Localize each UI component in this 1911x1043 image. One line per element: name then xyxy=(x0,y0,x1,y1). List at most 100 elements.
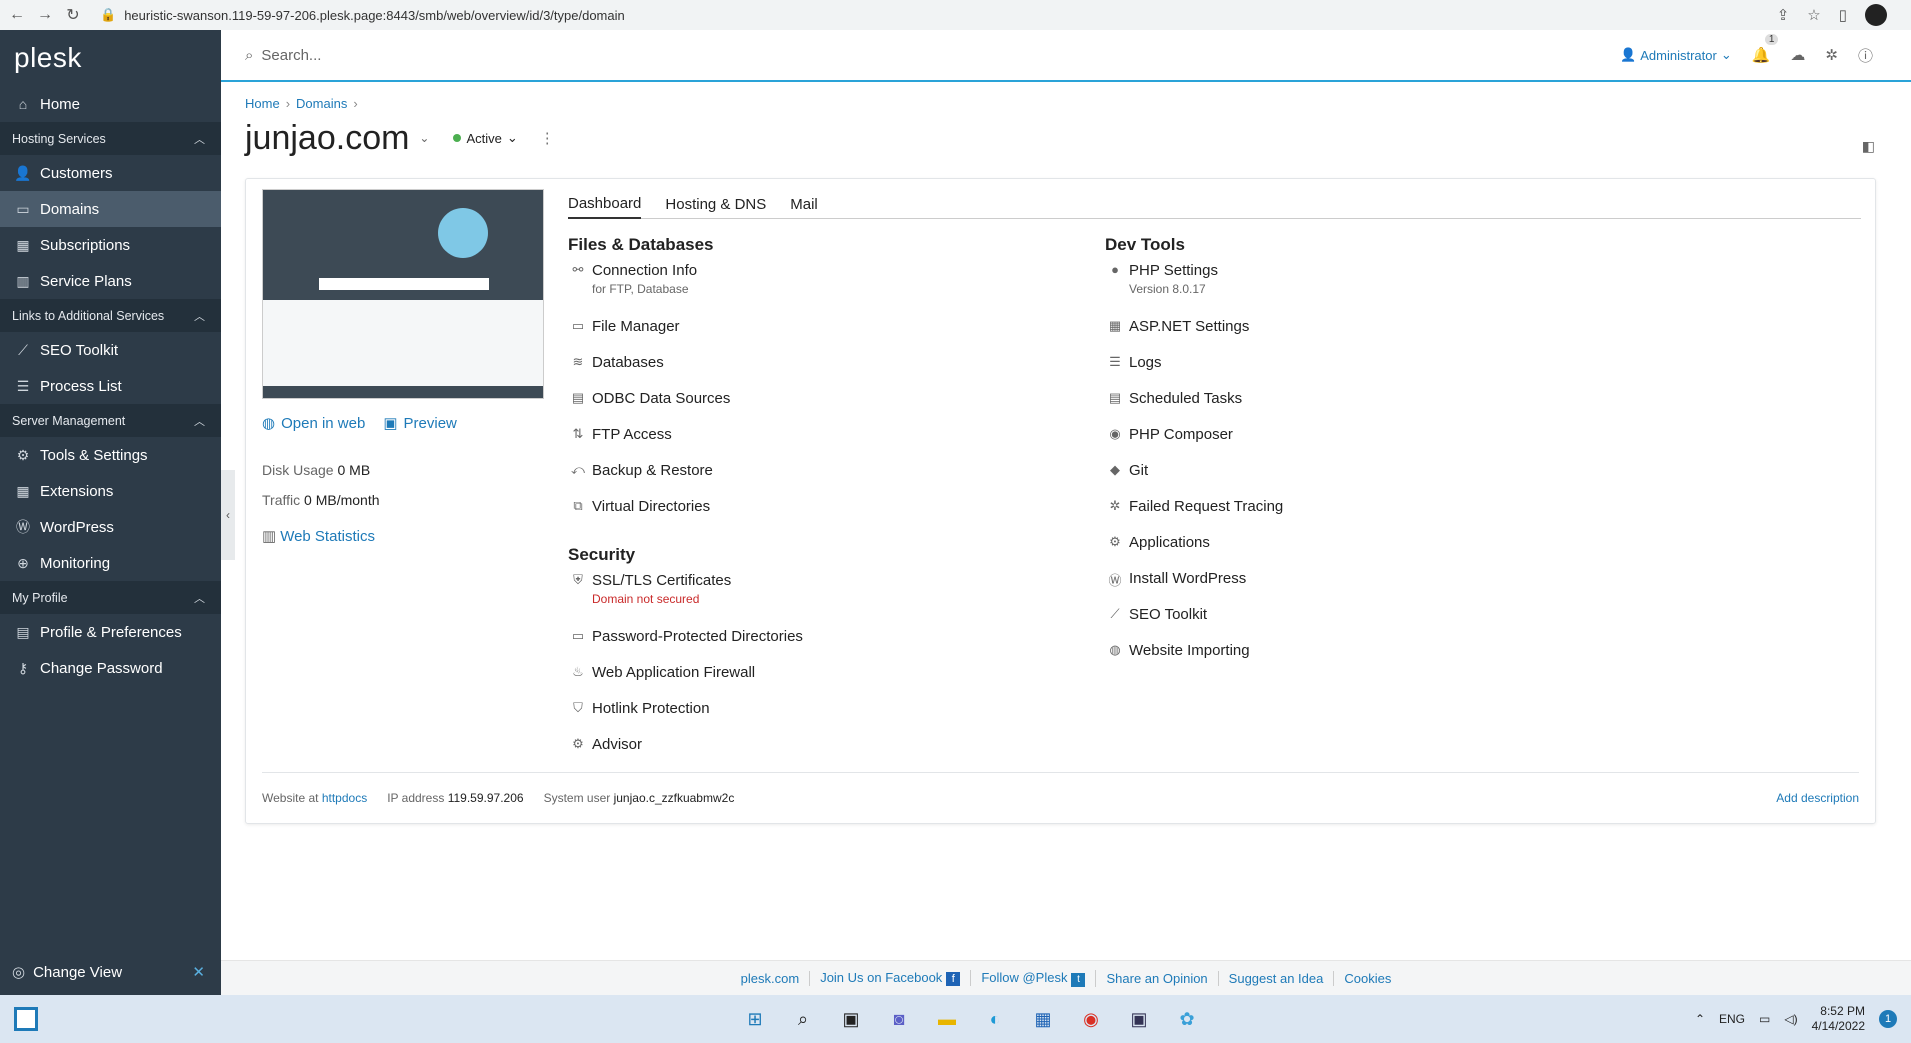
scheduled-tasks-link[interactable]: ▤ Scheduled Tasks xyxy=(1105,387,1625,423)
sidebar-item-tools-settings[interactable]: ⚙ Tools & Settings xyxy=(0,437,221,473)
address-bar[interactable]: 🔒 heuristic-swanson.119-59-97-206.plesk.… xyxy=(100,7,1777,23)
teams-chat-icon[interactable]: ◙ xyxy=(886,1006,912,1032)
ftp-access-link[interactable]: ⇅ FTP Access xyxy=(568,423,1088,459)
backup-restore-link[interactable]: ⤺ Backup & Restore xyxy=(568,459,1088,495)
task-view-icon[interactable]: ▣ xyxy=(838,1006,864,1032)
chevron-up-icon[interactable]: ⌃ xyxy=(1695,1012,1705,1026)
notifications-icon[interactable]: 🔔 1 xyxy=(1752,34,1779,64)
forward-icon[interactable]: → xyxy=(34,6,56,24)
close-icon[interactable]: ✕ xyxy=(192,963,205,981)
network-app-icon[interactable]: ▣ xyxy=(1126,1006,1152,1032)
share-icon[interactable]: ⇪ xyxy=(1777,6,1790,24)
sidebar-item-seo-toolkit[interactable]: ⟋ SEO Toolkit xyxy=(0,332,221,368)
logs-link[interactable]: ☰ Logs xyxy=(1105,351,1625,387)
sidebar-item-extensions[interactable]: ▦ Extensions xyxy=(0,473,221,509)
git-link[interactable]: ◆ Git xyxy=(1105,459,1625,495)
add-description-link[interactable]: Add description xyxy=(1776,791,1859,805)
search-box[interactable]: ⌕ Search... xyxy=(245,47,645,64)
website-preview-thumbnail[interactable] xyxy=(262,189,544,399)
more-options-icon[interactable]: ⋮ xyxy=(540,129,555,147)
breadcrumb-home[interactable]: Home xyxy=(245,96,280,111)
web-application-firewall-link[interactable]: ♨ Web Application Firewall xyxy=(568,661,1088,697)
clock[interactable]: 8:52 PM 4/14/2022 xyxy=(1812,1004,1865,1034)
password-protected-directories-link[interactable]: ▭ Password-Protected Directories xyxy=(568,625,1088,661)
seo-toolkit-link[interactable]: ⟋ SEO Toolkit xyxy=(1105,603,1625,639)
sidebar-item-customers[interactable]: 👤 Customers xyxy=(0,155,221,191)
widgets-icon[interactable] xyxy=(14,1007,38,1031)
tab-hosting-dns[interactable]: Hosting & DNS xyxy=(665,189,766,219)
paint-icon[interactable]: ✿ xyxy=(1174,1006,1200,1032)
web-statistics-link[interactable]: ▥ Web Statistics xyxy=(262,527,375,545)
sidebar-group-profile[interactable]: My Profile ︿ xyxy=(0,581,221,614)
back-icon[interactable]: ← xyxy=(6,6,28,24)
install-wordpress-link[interactable]: Ⓦ Install WordPress xyxy=(1105,567,1625,603)
change-view-bar[interactable]: ◎ Change View ✕ xyxy=(0,949,221,995)
profile-avatar[interactable] xyxy=(1865,4,1887,26)
windows-icon: ▦ xyxy=(1108,318,1122,333)
sidebar-item-domains[interactable]: ▭ Domains xyxy=(0,191,221,227)
ssl-certificates-link[interactable]: ⛨ SSL/TLS Certificates Domain not secured xyxy=(568,569,1088,625)
applications-link[interactable]: ⚙ Applications xyxy=(1105,531,1625,567)
file-manager-link[interactable]: ▭ File Manager xyxy=(568,315,1088,351)
help-icon[interactable]: ⓘ xyxy=(1858,45,1873,66)
tab-dashboard[interactable]: Dashboard xyxy=(568,189,642,219)
aspnet-settings-link[interactable]: ▦ ASP.NET Settings xyxy=(1105,315,1625,351)
language-indicator[interactable]: ENG xyxy=(1719,1012,1745,1026)
facebook-link[interactable]: Join Us on Facebook f xyxy=(810,970,972,986)
open-in-web-link[interactable]: ◍ Open in web xyxy=(262,414,365,433)
sidebar-group-server[interactable]: Server Management ︿ xyxy=(0,404,221,437)
cookies-link[interactable]: Cookies xyxy=(1334,971,1401,986)
cloud-icon[interactable]: ☁ xyxy=(1790,46,1805,64)
virtual-directories-link[interactable]: ⧉ Virtual Directories xyxy=(568,495,1088,531)
sidebar-group-hosting[interactable]: Hosting Services ︿ xyxy=(0,122,221,155)
extensions-catalog-icon[interactable]: ✲ xyxy=(1825,46,1838,64)
share-opinion-link[interactable]: Share an Opinion xyxy=(1096,970,1219,986)
preview-link[interactable]: ▣ Preview xyxy=(383,414,457,433)
sidebar-item-subscriptions[interactable]: ▦ Subscriptions xyxy=(0,227,221,263)
sidebar-item-change-password[interactable]: ⚷ Change Password xyxy=(0,650,221,686)
search-icon[interactable]: ⌕ xyxy=(790,1006,816,1032)
sidebar-collapse-handle[interactable]: ‹ xyxy=(221,470,235,560)
httpdocs-link[interactable]: httpdocs xyxy=(322,791,367,805)
file-explorer-icon[interactable]: ▬ xyxy=(934,1006,960,1032)
administrator-menu[interactable]: 👤 Administrator ⌄ xyxy=(1620,47,1732,63)
sidebar-item-profile-preferences[interactable]: ▤ Profile & Preferences xyxy=(0,614,221,650)
failed-request-tracing-link[interactable]: ✲ Failed Request Tracing xyxy=(1105,495,1625,531)
twitter-link[interactable]: Follow @Plesk t xyxy=(971,969,1097,987)
hotlink-protection-link[interactable]: ⛉ Hotlink Protection xyxy=(568,697,1088,733)
tab-mail[interactable]: Mail xyxy=(790,189,818,219)
php-settings-link[interactable]: ● PHP Settings Version 8.0.17 xyxy=(1105,259,1625,315)
logs-icon: ☰ xyxy=(1109,354,1121,369)
databases-link[interactable]: ≋ Databases xyxy=(568,351,1088,387)
chevron-down-icon[interactable]: ⌄ xyxy=(419,131,429,145)
breadcrumb-domains[interactable]: Domains xyxy=(296,96,347,111)
volume-icon[interactable]: ◁) xyxy=(1784,1012,1797,1026)
odbc-link[interactable]: ▤ ODBC Data Sources xyxy=(568,387,1088,423)
windows-start-icon[interactable]: ⊞ xyxy=(742,1006,768,1032)
notification-badge: 1 xyxy=(1764,34,1779,45)
connection-info-link[interactable]: ⚯ Connection Info for FTP, Database xyxy=(568,259,1088,315)
sidebar-item-home[interactable]: ⌂ Home xyxy=(0,86,221,122)
search-input[interactable]: Search... xyxy=(261,47,321,64)
chrome-icon[interactable]: ◉ xyxy=(1078,1006,1104,1032)
suggest-idea-link[interactable]: Suggest an Idea xyxy=(1219,970,1335,986)
store-icon[interactable]: ▦ xyxy=(1030,1006,1056,1032)
advisor-link[interactable]: ⚙ Advisor xyxy=(568,733,1088,769)
side-panel-icon[interactable]: ▯ xyxy=(1839,6,1847,24)
edge-icon[interactable]: ◐ xyxy=(982,1006,1008,1032)
sidebar-item-process-list[interactable]: ☰ Process List xyxy=(0,368,221,404)
status-badge[interactable]: Active ⌄ xyxy=(453,130,518,146)
sidebar-item-monitoring[interactable]: ⊕ Monitoring xyxy=(0,545,221,581)
website-importing-link[interactable]: ◍ Website Importing xyxy=(1105,639,1625,675)
network-icon[interactable]: ▭ xyxy=(1759,1012,1770,1026)
php-composer-link[interactable]: ◉ PHP Composer xyxy=(1105,423,1625,459)
bookmark-star-icon[interactable]: ☆ xyxy=(1807,6,1820,24)
panel-toggle-icon[interactable]: ◧ xyxy=(1862,138,1875,155)
reload-icon[interactable]: ↻ xyxy=(62,5,84,25)
notification-count-badge[interactable]: 1 xyxy=(1879,1010,1897,1028)
sidebar-item-service-plans[interactable]: ▥ Service Plans xyxy=(0,263,221,299)
plesk-logo[interactable]: plesk xyxy=(0,30,221,86)
sidebar-group-links[interactable]: Links to Additional Services ︿ xyxy=(0,299,221,332)
plesk-com-link[interactable]: plesk.com xyxy=(731,970,811,986)
sidebar-item-wordpress[interactable]: Ⓦ WordPress xyxy=(0,509,221,545)
